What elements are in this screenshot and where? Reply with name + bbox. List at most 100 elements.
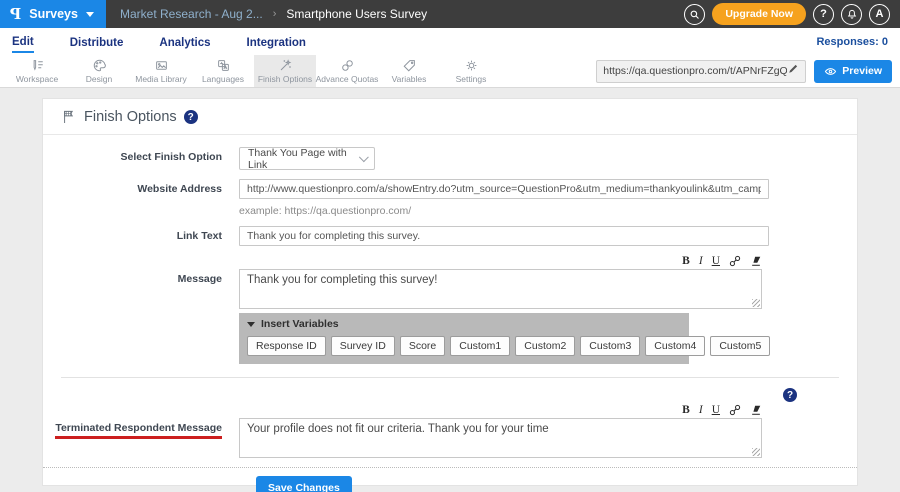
triangle-down-icon bbox=[247, 322, 255, 327]
gear-icon bbox=[464, 58, 479, 73]
resize-handle[interactable] bbox=[752, 299, 760, 307]
message-row: Message B I U Thank you for completing t… bbox=[43, 255, 857, 364]
bell-icon bbox=[846, 8, 858, 20]
link-icon[interactable] bbox=[729, 404, 741, 416]
select-finish-option-row: Select Finish Option Thank You Page with… bbox=[43, 147, 857, 170]
save-changes-button[interactable]: Save Changes bbox=[256, 476, 352, 492]
toolbar-item-finish-options[interactable]: Finish Options bbox=[254, 55, 316, 87]
toolbar-item-settings[interactable]: Settings bbox=[440, 55, 502, 87]
underline-button[interactable]: U bbox=[712, 255, 720, 267]
variable-custom3-button[interactable]: Custom3 bbox=[580, 336, 640, 356]
help-button[interactable]: ? bbox=[813, 4, 834, 25]
variable-buttons: Response ID Survey ID Score Custom1 Cust… bbox=[247, 336, 681, 356]
link-text-label: Link Text bbox=[43, 226, 239, 242]
surveys-menu[interactable]: P Surveys bbox=[0, 0, 106, 28]
survey-url-box[interactable]: https://qa.questionpro.com/t/APNrFZgQ bbox=[596, 60, 806, 83]
website-address-row: Website Address example: https://qa.ques… bbox=[43, 179, 857, 217]
finish-options-card: Finish Options ? Select Finish Option Th… bbox=[42, 98, 858, 486]
chain-links-icon bbox=[340, 58, 355, 73]
chevron-down-icon bbox=[86, 12, 94, 17]
toolbar-item-workspace[interactable]: Workspace bbox=[6, 55, 68, 87]
breadcrumb-survey-name: Smartphone Users Survey bbox=[286, 7, 427, 21]
tag-icon bbox=[402, 58, 417, 73]
remove-format-icon[interactable] bbox=[750, 255, 762, 267]
upgrade-now-button[interactable]: Upgrade Now bbox=[712, 3, 806, 25]
website-example-text: example: https://qa.questionpro.com/ bbox=[239, 205, 857, 217]
card-header: Finish Options ? bbox=[43, 99, 857, 135]
finish-options-help-icon[interactable]: ? bbox=[184, 110, 198, 124]
message-textarea[interactable]: Thank you for completing this survey! bbox=[239, 269, 762, 309]
terminated-richtext-toolbar: B I U bbox=[239, 404, 762, 416]
search-icon bbox=[689, 9, 700, 20]
page-title: Finish Options bbox=[84, 109, 177, 125]
link-text-row: Link Text bbox=[43, 226, 857, 246]
variable-survey-id-button[interactable]: Survey ID bbox=[331, 336, 395, 356]
variable-custom4-button[interactable]: Custom4 bbox=[645, 336, 705, 356]
terminated-message-row: Terminated Respondent Message B I U Your… bbox=[43, 404, 857, 458]
terminated-help-row: ? bbox=[43, 378, 857, 402]
tab-edit[interactable]: Edit bbox=[12, 31, 34, 53]
toolbar-item-languages[interactable]: Languages bbox=[192, 55, 254, 87]
variable-response-id-button[interactable]: Response ID bbox=[247, 336, 326, 356]
translate-icon bbox=[216, 58, 231, 73]
remove-format-icon[interactable] bbox=[750, 404, 762, 416]
toolbar-item-variables[interactable]: Variables bbox=[378, 55, 440, 87]
product-name: Surveys bbox=[29, 7, 78, 21]
chevron-down-icon bbox=[359, 152, 369, 162]
insert-variables-toggle[interactable]: Insert Variables bbox=[247, 318, 681, 330]
message-richtext-toolbar: B I U bbox=[239, 255, 762, 267]
message-label: Message bbox=[43, 255, 239, 285]
finish-option-select[interactable]: Thank You Page with Link bbox=[239, 147, 375, 170]
breadcrumb-folder[interactable]: Market Research - Aug 2... bbox=[120, 7, 263, 21]
finish-flag-icon bbox=[61, 109, 77, 125]
magic-wand-icon bbox=[278, 58, 293, 73]
variable-custom1-button[interactable]: Custom1 bbox=[450, 336, 510, 356]
variable-custom5-button[interactable]: Custom5 bbox=[710, 336, 770, 356]
resize-handle[interactable] bbox=[752, 448, 760, 456]
tab-distribute[interactable]: Distribute bbox=[70, 32, 124, 52]
edit-url-button[interactable] bbox=[787, 62, 799, 80]
tab-integration[interactable]: Integration bbox=[247, 32, 306, 52]
toolbar-item-design[interactable]: Design bbox=[68, 55, 130, 87]
website-address-label: Website Address bbox=[43, 179, 239, 195]
pencil-icon bbox=[787, 63, 799, 75]
preview-button[interactable]: Preview bbox=[814, 60, 892, 83]
toolbar-item-media-library[interactable]: Media Library bbox=[130, 55, 192, 87]
palette-icon bbox=[92, 58, 107, 73]
underline-button[interactable]: U bbox=[712, 404, 720, 416]
main-nav: Edit Distribute Analytics Integration Re… bbox=[0, 28, 900, 55]
topbar: P Surveys Market Research - Aug 2... › S… bbox=[0, 0, 900, 28]
breadcrumb-separator-icon: › bbox=[273, 8, 277, 20]
select-finish-option-label: Select Finish Option bbox=[43, 147, 239, 163]
italic-button[interactable]: I bbox=[699, 404, 703, 416]
breadcrumb: Market Research - Aug 2... › Smartphone … bbox=[106, 7, 427, 21]
toolbar-item-advance-quotas[interactable]: Advance Quotas bbox=[316, 55, 378, 87]
image-icon bbox=[154, 58, 169, 73]
insert-variables-panel: Insert Variables Response ID Survey ID S… bbox=[239, 313, 689, 364]
finish-options-form: Select Finish Option Thank You Page with… bbox=[43, 135, 857, 492]
tab-analytics[interactable]: Analytics bbox=[159, 32, 210, 52]
eye-icon bbox=[824, 65, 837, 78]
variable-custom2-button[interactable]: Custom2 bbox=[515, 336, 575, 356]
italic-button[interactable]: I bbox=[699, 255, 703, 267]
website-address-input[interactable] bbox=[239, 179, 769, 199]
edit-toolbar: Workspace Design Media Library Languages… bbox=[0, 55, 900, 88]
terminated-help-icon[interactable]: ? bbox=[783, 388, 797, 402]
terminated-message-label: Terminated Respondent Message bbox=[43, 404, 239, 439]
questionpro-logo: P bbox=[10, 5, 21, 23]
link-icon[interactable] bbox=[729, 255, 741, 267]
search-button[interactable] bbox=[684, 4, 705, 25]
save-row: Save Changes bbox=[43, 468, 857, 492]
questionpro-app: P Surveys Market Research - Aug 2... › S… bbox=[0, 0, 900, 492]
content-area: Finish Options ? Select Finish Option Th… bbox=[0, 88, 900, 486]
terminated-message-textarea[interactable]: Your profile does not fit our criteria. … bbox=[239, 418, 762, 458]
survey-url: https://qa.questionpro.com/t/APNrFZgQ bbox=[603, 65, 787, 77]
link-text-input[interactable] bbox=[239, 226, 769, 246]
responses-count[interactable]: Responses: 0 bbox=[816, 36, 888, 48]
notifications-button[interactable] bbox=[841, 4, 862, 25]
toolbar-right: https://qa.questionpro.com/t/APNrFZgQ Pr… bbox=[596, 55, 900, 87]
bold-button[interactable]: B bbox=[682, 255, 690, 267]
variable-score-button[interactable]: Score bbox=[400, 336, 445, 356]
bold-button[interactable]: B bbox=[682, 404, 690, 416]
avatar[interactable]: A bbox=[869, 4, 890, 25]
